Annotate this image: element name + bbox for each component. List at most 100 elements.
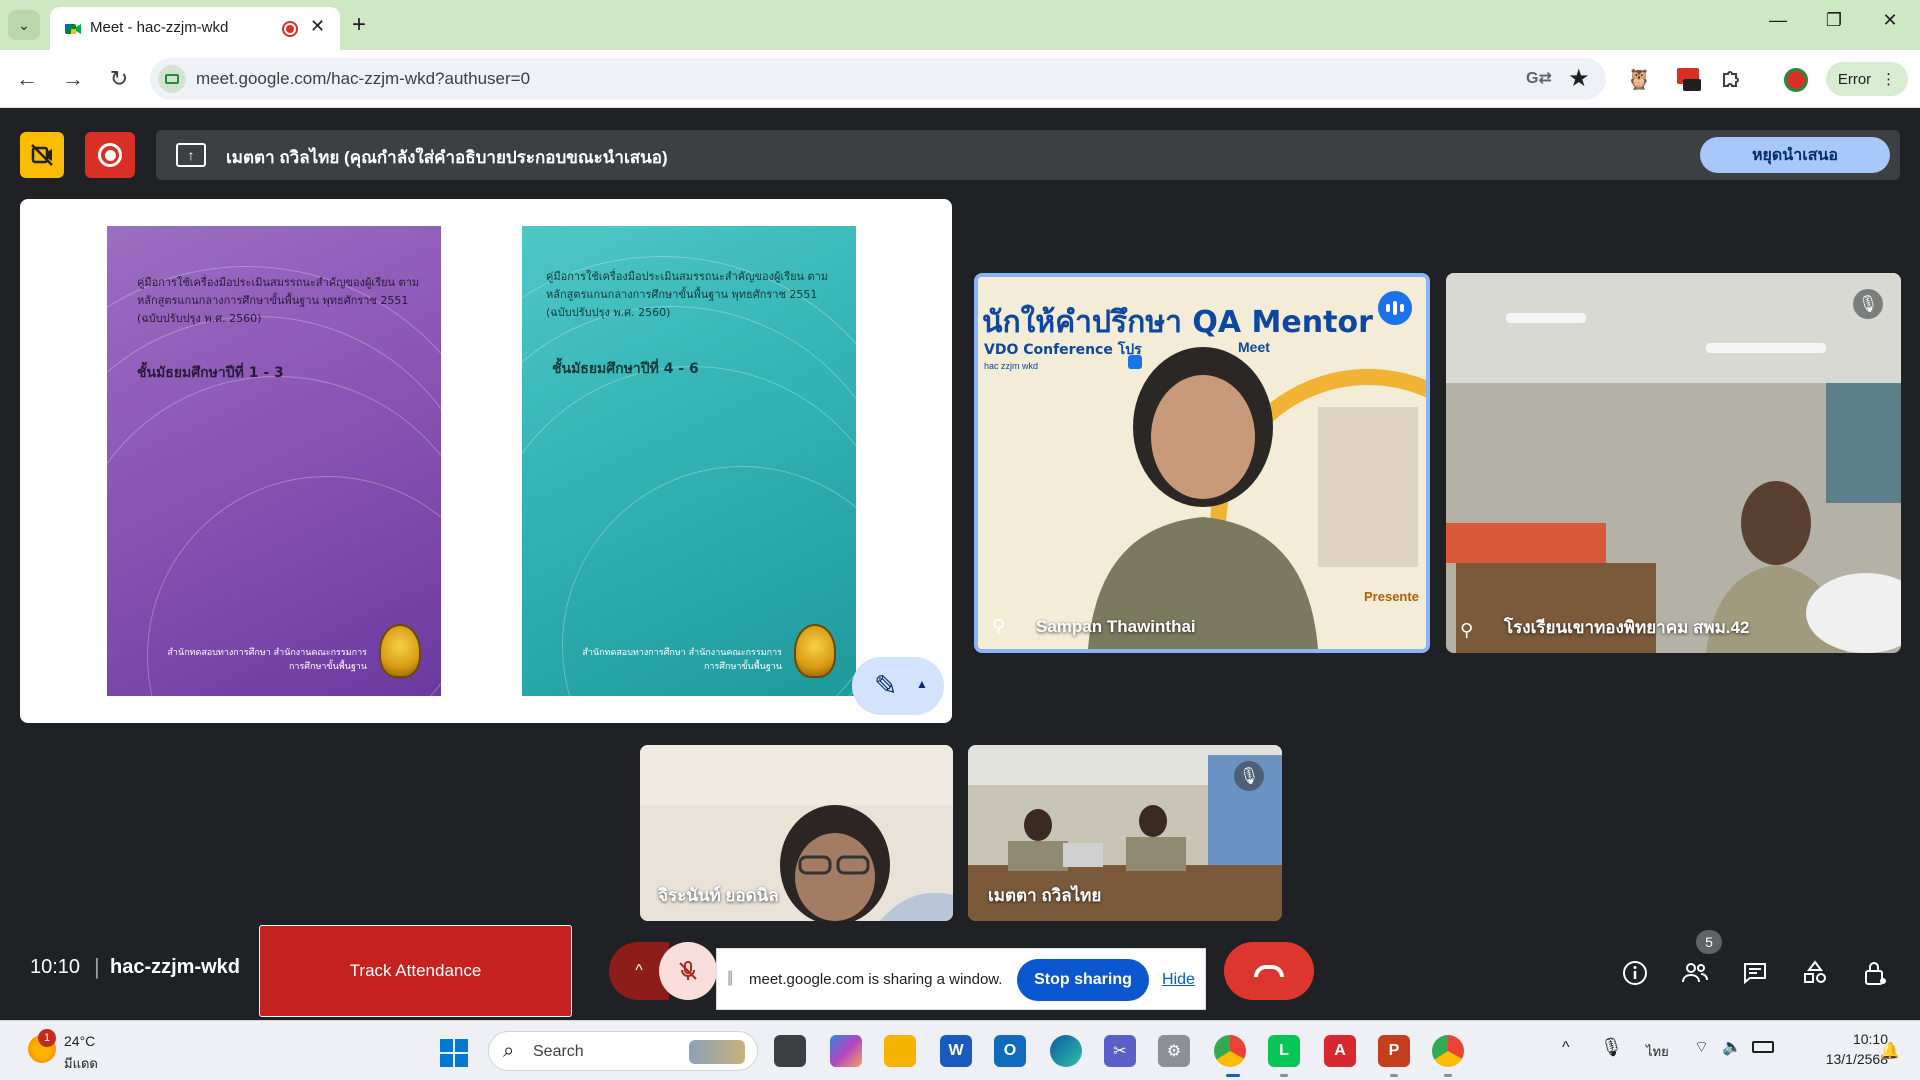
presenting-banner: ↑ เมตตา ถวิลไทย (คุณกำลังใส่คำอธิบายประก… — [156, 130, 1900, 180]
restore-window-icon[interactable]: ❐ — [1814, 10, 1854, 31]
reload-icon[interactable]: ↻ — [104, 66, 134, 92]
cover-grade-level: ชั้นมัธยมศึกษาปีที่ 1 - 3 — [137, 365, 284, 381]
minimize-window-icon[interactable]: — — [1758, 10, 1798, 31]
hide-notice-link[interactable]: Hide — [1162, 971, 1195, 989]
cover-heading: คู่มือการใช้เครื่องมือประเมินสมรรถนะสำคั… — [546, 270, 829, 319]
copilot-icon[interactable] — [830, 1035, 862, 1067]
cover-heading: คู่มือการใช้เครื่องมือประเมินสมรรถนะสำคั… — [137, 276, 420, 325]
browser-tab-meet[interactable]: Meet - hac-zzjm-wkd ✕ — [50, 7, 340, 50]
input-language[interactable]: ไทย — [1646, 1041, 1669, 1062]
leave-call-button[interactable] — [1224, 942, 1314, 1000]
participant-tile-metta[interactable]: 🎙 เมตตา ถวิลไทย — [968, 745, 1282, 921]
host-controls-lock-icon[interactable] — [1860, 958, 1890, 988]
running-app-indicator — [1444, 1074, 1452, 1077]
address-bar[interactable]: meet.google.com/hac-zzjm-wkd?authuser=0 … — [150, 58, 1606, 100]
mic-off-icon: 🎙 — [1853, 289, 1883, 319]
weather-alert-badge: 1 — [38, 1029, 56, 1047]
volume-icon[interactable]: 🔈 — [1722, 1037, 1742, 1057]
site-camera-icon[interactable] — [158, 65, 186, 93]
outlook-icon[interactable]: O — [994, 1035, 1026, 1067]
chevron-up-icon: ▲ — [916, 677, 928, 691]
wifi-icon[interactable]: ⌔ — [1694, 1037, 1709, 1057]
track-attendance-button[interactable]: Track Attendance — [259, 925, 572, 1017]
battery-icon[interactable] — [1752, 1041, 1774, 1053]
notifications-icon[interactable]: 🔔 — [1880, 1041, 1900, 1061]
participant-name: จิระนันท์ ยอดนิล — [658, 886, 779, 905]
search-placeholder: Search — [533, 1043, 584, 1060]
cover-publisher: สำนักทดสอบทางการศึกษา สำนักงานคณะกรรมการ… — [582, 648, 782, 672]
drag-handle-icon[interactable]: || — [727, 969, 733, 987]
annotation-tools-button[interactable]: ✎ ▲ — [852, 657, 944, 715]
background-code: hac zzjm wkd — [984, 361, 1039, 371]
close-window-icon[interactable]: ✕ — [1870, 10, 1910, 31]
share-notice-text: meet.google.com is sharing a window. — [749, 971, 1003, 988]
tab-search-chevron-icon[interactable]: ⌄ — [8, 10, 40, 40]
participant-name: โรงเรียนเขาทองพิทยาคม สพม.42 — [1504, 618, 1750, 637]
participant-tile-school[interactable]: 🎙 ⚲ โรงเรียนเขาทองพิทยาคม สพม.42 — [1446, 273, 1901, 653]
pin-icon[interactable]: ⚲ — [992, 616, 1005, 637]
camera-off-button[interactable] — [20, 132, 64, 178]
edge-icon[interactable] — [1050, 1035, 1082, 1067]
microphone-toggle-button[interactable] — [659, 942, 717, 1000]
search-highlight-image — [689, 1040, 745, 1064]
chat-icon[interactable] — [1740, 958, 1770, 988]
weather-condition[interactable]: มีแดด — [64, 1053, 98, 1074]
system-date[interactable]: 13/1/2568 — [1796, 1051, 1888, 1067]
meeting-details-info-icon[interactable] — [1620, 958, 1650, 988]
word-icon[interactable]: W — [940, 1035, 972, 1067]
stop-presenting-button[interactable]: หยุดนำเสนอ — [1700, 137, 1890, 173]
hang-up-icon — [1254, 965, 1284, 977]
taskbar-search[interactable]: ⌕ Search — [488, 1031, 758, 1071]
file-explorer-icon[interactable] — [884, 1035, 916, 1067]
chrome-profile-icon[interactable] — [1432, 1035, 1464, 1067]
book-cover-upper-secondary: คู่มือการใช้เครื่องมือประเมินสมรรถนะสำคั… — [522, 226, 856, 696]
forward-arrow-icon[interactable]: → — [58, 66, 88, 92]
acrobat-icon[interactable]: A — [1324, 1035, 1356, 1067]
app-icon[interactable]: ⚙ — [1158, 1035, 1190, 1067]
pin-icon[interactable]: ⚲ — [1460, 620, 1473, 641]
powerpoint-icon[interactable]: P — [1378, 1035, 1410, 1067]
no-camera-icon — [31, 144, 53, 166]
cover-grade-level: ชั้นมัธยมศึกษาปีที่ 4 - 6 — [552, 361, 699, 377]
extensions-puzzle-icon[interactable] — [1716, 64, 1746, 94]
record-icon — [98, 143, 122, 167]
microphone-tray-icon[interactable]: 🎙 — [1600, 1037, 1623, 1058]
recording-extension-icon[interactable] — [1674, 64, 1704, 94]
line-app-icon[interactable]: L — [1268, 1035, 1300, 1067]
participant-name: เมตตา ถวิลไทย — [988, 886, 1102, 905]
new-tab-button[interactable]: + — [352, 10, 366, 40]
chrome-icon[interactable] — [1214, 1035, 1246, 1067]
system-time[interactable]: 10:10 — [1828, 1031, 1888, 1047]
task-view-icon[interactable] — [774, 1035, 806, 1067]
owl-extension-icon[interactable]: 🦉 — [1624, 64, 1654, 94]
back-arrow-icon[interactable]: ← — [12, 66, 42, 92]
book-cover-lower-secondary: คู่มือการใช้เครื่องมือประเมินสมรรถนะสำคั… — [107, 226, 441, 696]
participant-video — [1446, 273, 1901, 653]
participant-name: Sampan Thawinthai — [1036, 617, 1196, 636]
running-app-indicator — [1280, 1074, 1288, 1077]
mic-off-icon: 🎙 — [1234, 761, 1264, 791]
participant-tile-sampan[interactable]: นักให้คำปรึกษา QA Mentor VDO Conference … — [974, 273, 1430, 653]
profile-error-chip[interactable]: Error ⋮ — [1826, 62, 1908, 96]
translate-icon[interactable]: G⇄ — [1526, 68, 1552, 88]
snipping-tool-icon[interactable]: ✂ — [1104, 1035, 1136, 1067]
activities-icon[interactable] — [1800, 958, 1830, 988]
chevron-up-icon: ^ — [635, 962, 643, 979]
mic-off-icon — [679, 961, 697, 980]
tab-close-icon[interactable]: ✕ — [310, 16, 325, 37]
profile-avatar[interactable] — [1784, 68, 1808, 92]
people-icon[interactable] — [1680, 958, 1710, 988]
url-text[interactable]: meet.google.com/hac-zzjm-wkd?authuser=0 — [196, 69, 530, 89]
show-hidden-icons-chevron[interactable]: ^ — [1562, 1039, 1570, 1057]
participant-tile-jiranan[interactable]: จิระนันท์ ยอดนิล — [640, 745, 953, 921]
ministry-emblem-icon — [794, 624, 836, 678]
windows-start-icon[interactable] — [440, 1039, 468, 1067]
bookmark-star-icon[interactable]: ★ — [1568, 64, 1590, 93]
stop-sharing-button[interactable]: Stop sharing — [1017, 959, 1149, 1001]
browser-toolbar: ← → ↻ meet.google.com/hac-zzjm-wkd?authu… — [0, 50, 1920, 108]
tab-title: Meet - hac-zzjm-wkd — [90, 19, 229, 36]
weather-temperature[interactable]: 24°C — [64, 1033, 95, 1049]
recording-button[interactable] — [85, 132, 135, 178]
search-icon: ⌕ — [503, 1040, 515, 1062]
present-screen-icon: ↑ — [176, 143, 206, 167]
